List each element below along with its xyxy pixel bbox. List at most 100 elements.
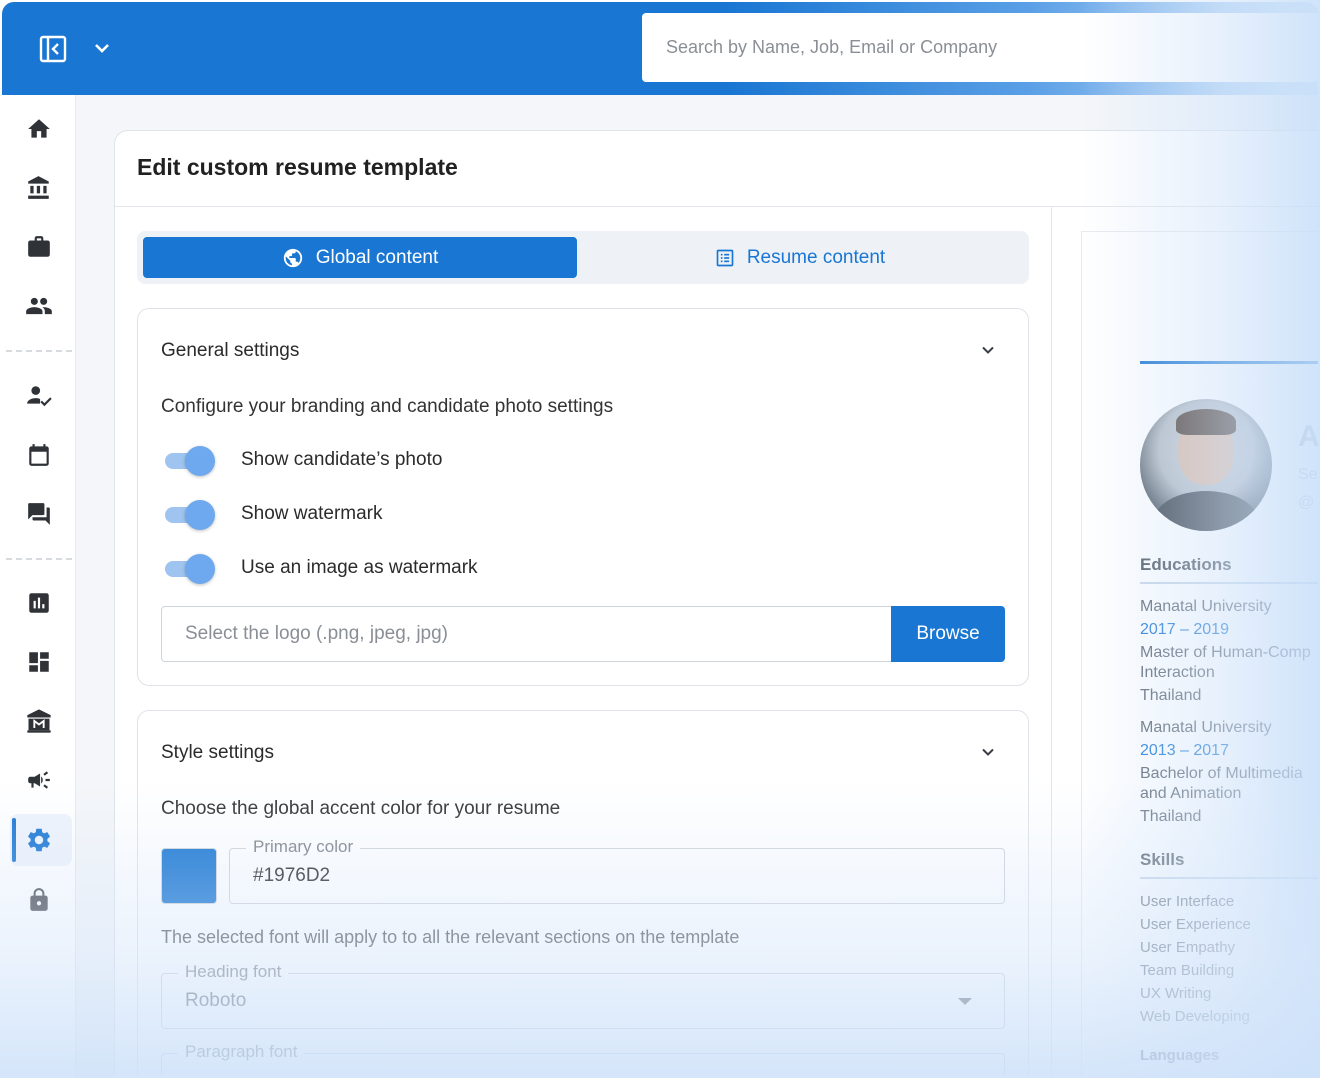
preview-education-years: 2017 – 2019	[1140, 621, 1229, 638]
heading-font-select[interactable]: Heading font Roboto	[161, 962, 1005, 1029]
sidebar-item-bank[interactable]	[24, 173, 54, 203]
tab-resume-content[interactable]: Resume content	[577, 237, 1023, 278]
app-window: Search by Name, Job, Email or Company Ed…	[2, 2, 1318, 1076]
sidebar-item-placements[interactable]	[24, 381, 54, 411]
toggle-row-watermark: Show watermark	[161, 497, 383, 531]
heading-font-value: Roboto	[185, 990, 247, 1011]
settings-icon	[28, 828, 50, 852]
paragraph-font-label: Paragraph font	[178, 1042, 305, 1062]
general-settings-section: General settings Configure your branding…	[137, 308, 1029, 686]
dropdown-arrow-icon	[958, 998, 972, 1005]
toggle-row-image-watermark: Use an image as watermark	[161, 551, 478, 585]
content-tabs: Global content Resume content	[137, 231, 1029, 284]
panel-collapse-icon[interactable]	[38, 34, 68, 64]
sidebar-item-jobs[interactable]	[24, 232, 54, 262]
preview-subline: @	[1298, 494, 1315, 511]
primary-color-field[interactable]: Primary color #1976D2	[229, 837, 1005, 904]
candidate-photo-label: Show candidate’s photo	[241, 449, 443, 470]
candidate-photo-toggle[interactable]	[161, 443, 217, 477]
sidebar-separator	[6, 558, 72, 560]
main-content: Edit custom resume template Global conte…	[76, 95, 1318, 1076]
sidebar-item-calendar[interactable]	[24, 440, 54, 470]
tab-global-content[interactable]: Global content	[143, 237, 577, 278]
chart-icon	[29, 593, 49, 613]
page-title: Edit custom resume template	[137, 154, 458, 180]
chevron-down-icon[interactable]	[978, 742, 998, 762]
title-divider	[115, 206, 1318, 207]
image-watermark-label: Use an image as watermark	[241, 557, 478, 578]
campaign-icon	[28, 771, 50, 789]
style-settings-section: Style settings Choose the global accent …	[137, 710, 1029, 1076]
search-input[interactable]: Search by Name, Job, Email or Company	[642, 13, 1318, 82]
font-description: The selected font will apply to to all t…	[161, 927, 740, 947]
preview-rule	[1140, 582, 1318, 584]
browse-button[interactable]: Browse	[891, 606, 1005, 662]
preview-education-years: 2013 – 2017	[1140, 742, 1229, 759]
watermark-label: Show watermark	[241, 503, 383, 524]
preview-skill: User Experience	[1140, 916, 1251, 933]
sidebar-item-settings[interactable]	[24, 825, 54, 855]
sidebar-item-organization[interactable]	[24, 706, 54, 736]
logo-file-input[interactable]: Select the logo (.png, jpeg, jpg)	[161, 606, 892, 662]
search-placeholder: Search by Name, Job, Email or Company	[666, 37, 998, 57]
logo-placeholder: Select the logo (.png, jpeg, jpg)	[185, 623, 449, 644]
bank-icon	[28, 176, 49, 199]
globe-icon	[283, 248, 302, 267]
general-settings-description: Configure your branding and candidate ph…	[161, 396, 614, 417]
list-alt-icon	[716, 249, 734, 266]
general-settings-title: General settings	[161, 340, 300, 361]
preview-skills-title: Skills	[1140, 850, 1185, 869]
preview-accent-line	[1140, 361, 1318, 364]
preview-divider	[1051, 207, 1052, 1076]
preview-education-country: Thailand	[1140, 808, 1202, 825]
primary-color-value: #1976D2	[253, 865, 331, 886]
briefcase-icon	[28, 236, 50, 257]
accent-color-description: Choose the global accent color for your …	[161, 798, 561, 819]
sidebar-item-messages[interactable]	[24, 499, 54, 529]
calendar-icon	[29, 444, 49, 466]
preview-education-school: Manatal University	[1140, 598, 1272, 615]
preview-education-degree: Bachelor of Multimedia	[1140, 765, 1303, 782]
sidebar-item-dashboard[interactable]	[24, 647, 54, 677]
sidebar-item-campaigns[interactable]	[24, 765, 54, 795]
preview-education-school: Manatal University	[1140, 719, 1272, 736]
style-settings-title: Style settings	[161, 742, 274, 763]
preview-rule	[1140, 877, 1318, 879]
lock-icon	[30, 888, 48, 911]
primary-color-swatch[interactable]	[161, 848, 217, 904]
preview-education-degree: Interaction	[1140, 664, 1215, 681]
person-check-icon	[27, 386, 52, 407]
sidebar-item-reports[interactable]	[24, 588, 54, 618]
watermark-toggle[interactable]	[161, 497, 217, 531]
chevron-down-icon[interactable]	[978, 340, 998, 360]
sidebar	[2, 95, 76, 1076]
paragraph-font-select[interactable]: Paragraph font	[161, 1042, 1005, 1076]
tab-global-label: Global content	[315, 246, 439, 268]
candidate-photo	[1140, 399, 1272, 531]
template-editor-card: Edit custom resume template Global conte…	[114, 130, 1318, 1076]
chevron-down-icon[interactable]	[90, 36, 114, 60]
top-bar: Search by Name, Job, Email or Company	[2, 2, 1318, 95]
image-watermark-toggle[interactable]	[161, 551, 217, 585]
sidebar-item-security[interactable]	[24, 885, 54, 915]
museum-m-icon	[27, 709, 51, 733]
primary-color-label: Primary color	[246, 837, 361, 857]
preview-skill: Web Developing	[1140, 1008, 1250, 1025]
people-icon	[26, 297, 52, 315]
sidebar-item-candidates[interactable]	[24, 291, 54, 321]
sidebar-active-indicator	[12, 818, 16, 862]
preview-name-initial: A	[1298, 420, 1318, 453]
tab-resume-label: Resume content	[746, 246, 886, 268]
home-icon	[28, 119, 50, 138]
preview-subline: Se	[1298, 466, 1318, 483]
preview-skill: Team Building	[1140, 962, 1235, 979]
preview-skill: User Empathy	[1140, 939, 1236, 956]
resume-preview: A Se @ Educations Manatal University 201…	[1081, 231, 1318, 1076]
sidebar-item-home[interactable]	[24, 114, 54, 144]
preview-education-degree: and Animation	[1140, 785, 1242, 802]
sidebar-separator	[6, 350, 72, 352]
preview-skill: User Interface	[1140, 893, 1235, 910]
preview-languages-title: Languages	[1140, 1047, 1220, 1064]
toggle-row-candidate-photo: Show candidate’s photo	[161, 443, 442, 477]
dashboard-icon	[29, 652, 49, 672]
